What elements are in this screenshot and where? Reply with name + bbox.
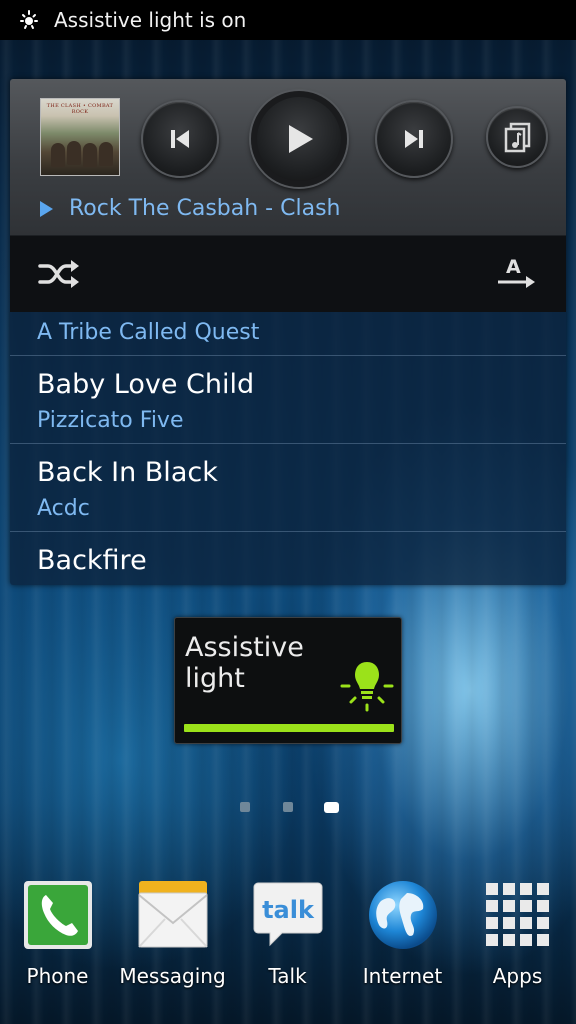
list-item[interactable]: Baby Love Child Pizzicato Five (10, 356, 566, 444)
phone-icon (24, 881, 92, 949)
page-dot[interactable] (283, 802, 293, 812)
play-button[interactable] (251, 91, 347, 187)
shuffle-icon[interactable] (38, 258, 80, 290)
globe-icon (369, 881, 437, 949)
music-toolbar: A (10, 235, 566, 312)
song-list[interactable]: A Tribe Called Quest Baby Love Child Piz… (10, 312, 566, 585)
notification-text: Assistive light is on (54, 8, 247, 32)
dock-item-talk[interactable]: talk Talk (230, 870, 345, 1000)
page-dot[interactable] (240, 802, 250, 812)
sort-alpha-icon[interactable]: A (496, 256, 536, 292)
dock: Phone Messaging talk Talk Internet Apps (0, 870, 576, 1000)
album-figure (83, 143, 97, 167)
light-status-bar (184, 724, 394, 732)
dock-label: Phone (26, 964, 89, 988)
assistive-light-icon (20, 10, 38, 29)
song-artist: A Tribe Called Quest (37, 320, 260, 345)
song-title: Back In Black (37, 457, 218, 488)
svg-text:talk: talk (262, 896, 315, 924)
list-item[interactable]: A Tribe Called Quest (10, 312, 566, 356)
dock-label: Messaging (119, 964, 226, 988)
dock-item-apps[interactable]: Apps (460, 870, 575, 1000)
song-title: Backfire (37, 545, 147, 576)
now-playing-text: Rock The Casbah - Clash (69, 196, 341, 221)
previous-button[interactable] (141, 100, 219, 178)
album-figure (51, 143, 65, 167)
dock-label: Talk (268, 964, 307, 988)
album-art[interactable]: THE CLASH • COMBAT ROCK (40, 98, 120, 176)
song-title: Baby Love Child (37, 369, 255, 400)
playing-indicator-icon (40, 200, 53, 217)
svg-text:A: A (506, 256, 521, 278)
dock-label: Internet (362, 964, 443, 988)
list-item[interactable]: Back In Black Acdc (10, 444, 566, 532)
envelope-icon (138, 881, 208, 948)
album-figure (67, 141, 81, 165)
dock-label: Apps (492, 964, 543, 988)
talk-icon: talk (253, 882, 323, 947)
album-figure (99, 142, 113, 166)
page-indicator (0, 800, 576, 814)
dock-item-messaging[interactable]: Messaging (115, 870, 230, 1000)
music-player-panel: THE CLASH • COMBAT ROCK Rock The Casbah … (10, 79, 566, 235)
status-bar[interactable]: Assistive light is on (0, 0, 576, 40)
previous-icon (171, 130, 189, 148)
now-playing[interactable]: Rock The Casbah - Clash (40, 196, 340, 221)
dock-item-internet[interactable]: Internet (345, 870, 460, 1000)
next-icon (405, 130, 423, 148)
playlist-icon (504, 122, 531, 153)
album-art-text: THE CLASH • COMBAT ROCK (46, 103, 114, 115)
play-icon (289, 125, 313, 153)
assistive-light-widget[interactable]: Assistive light (174, 617, 402, 744)
playlist-button[interactable] (486, 106, 548, 168)
dock-item-phone[interactable]: Phone (0, 870, 115, 1000)
song-artist: Acdc (37, 496, 90, 521)
assistive-light-label: Assistive light (185, 632, 304, 694)
page-dot-active[interactable] (324, 802, 339, 813)
light-bulb-icon (340, 662, 394, 712)
song-artist: Pizzicato Five (37, 408, 184, 433)
music-widget: THE CLASH • COMBAT ROCK Rock The Casbah … (10, 79, 566, 585)
list-item[interactable]: Backfire (10, 532, 566, 585)
apps-grid-icon (486, 883, 549, 946)
next-button[interactable] (375, 100, 453, 178)
